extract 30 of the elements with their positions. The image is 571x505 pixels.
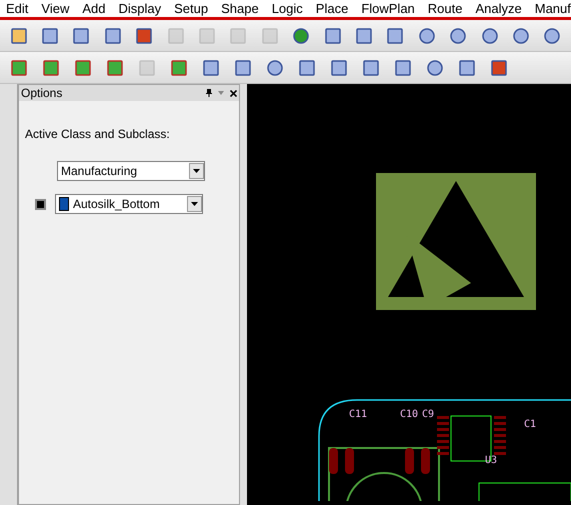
menu-item[interactable]: Display bbox=[118, 0, 162, 18]
menu-item[interactable]: Logic bbox=[272, 0, 303, 18]
menu-item[interactable]: Route bbox=[428, 0, 462, 18]
circle-icon bbox=[426, 58, 444, 76]
square-icon bbox=[458, 58, 476, 76]
color-swatch[interactable] bbox=[35, 198, 46, 210]
menu-item[interactable]: Setup bbox=[174, 0, 208, 18]
component-label: U3 bbox=[485, 454, 498, 468]
class-label: Active Class and Subclass: bbox=[25, 126, 171, 143]
panel-title: Options bbox=[21, 85, 62, 102]
component-label: C11 bbox=[349, 408, 368, 422]
menu-item[interactable]: Analyze bbox=[475, 0, 522, 18]
menu-item[interactable]: Add bbox=[82, 0, 106, 18]
component-label: C9 bbox=[422, 408, 434, 422]
component-label: C10 bbox=[400, 408, 418, 422]
class-dropdown[interactable]: Manufacturing bbox=[57, 161, 205, 181]
menu-item[interactable]: View bbox=[41, 0, 70, 18]
square-icon bbox=[234, 58, 252, 76]
menu-item[interactable]: Place bbox=[316, 0, 348, 18]
caret-icon[interactable] bbox=[218, 91, 224, 95]
menu-item[interactable]: Edit bbox=[6, 0, 28, 18]
circle-icon bbox=[266, 58, 284, 76]
close-icon[interactable] bbox=[230, 90, 237, 96]
menu-item[interactable]: Manuf bbox=[534, 0, 571, 18]
square-icon bbox=[394, 58, 412, 76]
menu-item[interactable]: FlowPlan bbox=[361, 0, 415, 18]
subclass-dropdown[interactable]: Autosilk_Bottom bbox=[55, 194, 203, 214]
square-icon bbox=[138, 58, 156, 76]
component-label: C1 bbox=[524, 418, 536, 432]
menu-item[interactable]: Shape bbox=[221, 0, 259, 18]
